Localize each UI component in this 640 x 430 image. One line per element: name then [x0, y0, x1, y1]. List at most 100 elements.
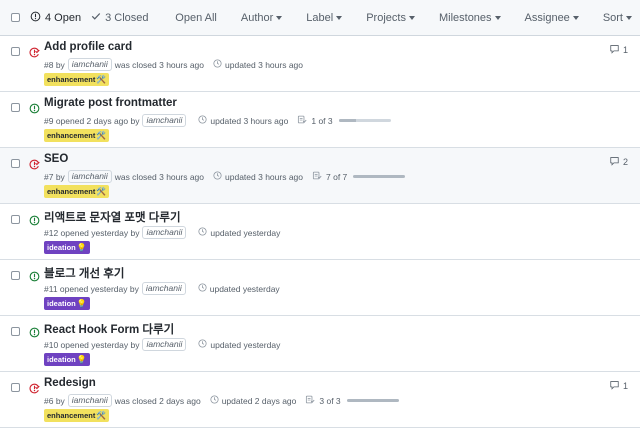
label-badge-enhancement[interactable]: enhancement 🛠️ — [44, 185, 110, 198]
task-progress-fill — [338, 119, 356, 122]
projects-filter-label: Projects — [366, 11, 406, 24]
issue-number-text: #8 by — [44, 59, 65, 70]
caret-down-icon — [494, 15, 501, 20]
issue-number-text: #9 opened 2 days ago by — [44, 115, 140, 126]
lightbulb-icon: 💡 — [76, 243, 87, 252]
issue-meta: #6 by iamchanii was closed 2 days ago updat… — [44, 394, 399, 407]
task-progress-fill — [346, 399, 399, 402]
comment-icon — [609, 44, 620, 56]
author-link[interactable]: iamchanii — [142, 114, 187, 127]
tasklist-icon — [305, 395, 315, 406]
milestones-filter-label: Milestones — [438, 11, 492, 24]
comments-link[interactable]: 1 — [609, 380, 628, 392]
clock-icon — [198, 227, 207, 238]
issue-checkbox[interactable] — [11, 103, 20, 112]
issue-open-icon — [30, 11, 41, 25]
open-issues-filter[interactable]: 4 Open — [30, 11, 81, 25]
projects-filter[interactable]: Projects — [366, 12, 415, 24]
author-filter-label: Author — [240, 11, 274, 24]
task-progress-bar — [338, 119, 391, 122]
issue-title-link[interactable]: Redesign — [44, 377, 96, 389]
caret-down-icon — [572, 15, 579, 20]
issue-title-link[interactable]: Add profile card — [44, 41, 132, 53]
issue-checkbox[interactable] — [11, 271, 20, 280]
filter-bar: Open All Author Label Projects Milestone… — [175, 12, 632, 24]
issue-meta: #9 opened 2 days ago by iamchanii updated … — [44, 114, 391, 127]
comments-link[interactable]: 1 — [609, 44, 628, 56]
issue-title-link[interactable]: 블로그 개선 후기 — [44, 265, 124, 281]
issue-open-icon — [29, 269, 40, 287]
author-link[interactable]: iamchanii — [142, 226, 187, 239]
issue-checkbox[interactable] — [11, 47, 20, 56]
issue-checkbox[interactable] — [11, 383, 20, 392]
issue-checkbox[interactable] — [11, 159, 20, 168]
author-link[interactable]: iamchanii — [142, 338, 187, 351]
issue-title-link[interactable]: SEO — [44, 153, 68, 165]
clock-icon — [198, 283, 207, 294]
author-filter[interactable]: Author — [240, 11, 283, 24]
issue-row[interactable]: 리액트로 문자열 포맷 다루기 #12 opened yesterday by ia… — [0, 204, 640, 260]
author-link[interactable]: iamchanii — [67, 394, 112, 407]
task-progress[interactable]: 1 of 3 — [297, 115, 391, 126]
updated-text: updated 3 hours ago — [225, 171, 303, 182]
issue-closed-icon — [29, 157, 40, 175]
issue-title-link[interactable]: 리액트로 문자열 포맷 다루기 — [44, 209, 181, 225]
label-badge-ideation[interactable]: ideation 💡 — [44, 241, 90, 254]
label-badge-enhancement[interactable]: enhancement 🛠️ — [44, 73, 110, 86]
clock-icon — [213, 171, 222, 182]
issue-open-icon — [29, 325, 40, 343]
updated-text: updated yesterday — [209, 283, 280, 294]
issue-checkbox[interactable] — [11, 215, 20, 224]
label-badge-enhancement[interactable]: enhancement 🛠️ — [44, 409, 110, 422]
comments-link[interactable]: 2 — [609, 156, 628, 168]
comment-count: 2 — [622, 157, 628, 167]
label-badge-enhancement[interactable]: enhancement 🛠️ — [44, 129, 110, 142]
task-progress-bar — [346, 399, 399, 402]
milestones-filter[interactable]: Milestones — [439, 12, 501, 24]
issue-row[interactable]: Add profile card #8 by iamchanii was closed… — [0, 36, 640, 92]
closed-issues-filter[interactable]: 3 Closed — [91, 11, 149, 24]
updated-text: updated yesterday — [210, 227, 281, 238]
label-text: enhancement — [47, 131, 96, 140]
open-all-button[interactable]: Open All — [175, 12, 217, 24]
author-link[interactable]: iamchanii — [141, 282, 186, 295]
issue-row[interactable]: 블로그 개선 후기 #11 opened yesterday by iamchani… — [0, 260, 640, 316]
issue-checkbox[interactable] — [11, 327, 20, 336]
issue-closed-icon — [29, 381, 40, 399]
task-progress-fill — [353, 175, 406, 178]
comment-count: 1 — [622, 45, 628, 55]
closed-count-label: 3 Closed — [105, 11, 149, 24]
author-link[interactable]: iamchanii — [67, 58, 112, 71]
clock-icon — [198, 115, 207, 126]
label-filter[interactable]: Label — [306, 12, 343, 24]
label-badge-ideation[interactable]: ideation 💡 — [44, 353, 90, 366]
task-progress[interactable]: 3 of 3 — [305, 395, 399, 406]
issue-row[interactable]: Redesign #6 by iamchanii was closed 2 days … — [0, 372, 640, 428]
issue-row[interactable]: SEO #7 by iamchanii was closed 3 hours ago u… — [0, 148, 640, 204]
issue-title-link[interactable]: React Hook Form 다루기 — [44, 321, 174, 337]
label-text: ideation — [47, 243, 76, 252]
task-progress[interactable]: 7 of 7 — [312, 171, 406, 182]
closed-status-text: was closed 3 hours ago — [114, 59, 205, 70]
updated-text: updated 3 hours ago — [225, 59, 303, 70]
issue-number-text: #11 opened yesterday by — [44, 283, 139, 294]
closed-status-text: was closed 3 hours ago — [114, 171, 205, 182]
updated-text: updated 3 hours ago — [210, 115, 289, 126]
issue-number-text: #7 by — [44, 171, 65, 182]
caret-down-icon — [276, 15, 283, 20]
select-all-checkbox[interactable] — [11, 13, 20, 22]
label-text: enhancement — [47, 187, 96, 196]
comment-icon — [609, 380, 620, 392]
task-count-text: 1 of 3 — [311, 115, 333, 126]
issue-row[interactable]: React Hook Form 다루기 #10 opened yesterday … — [0, 316, 640, 372]
issue-title-link[interactable]: Migrate post frontmatter — [44, 97, 177, 109]
lightbulb-icon: 💡 — [76, 299, 87, 308]
task-progress-bar — [353, 175, 406, 178]
issue-row[interactable]: Migrate post frontmatter #9 opened 2 days… — [0, 92, 640, 148]
label-badge-ideation[interactable]: ideation 💡 — [44, 297, 90, 310]
clock-icon — [213, 59, 222, 70]
issue-list: Add profile card #8 by iamchanii was closed… — [0, 36, 640, 428]
assignee-filter[interactable]: Assignee — [525, 12, 579, 24]
sort-filter[interactable]: Sort — [603, 12, 632, 24]
author-link[interactable]: iamchanii — [67, 170, 112, 183]
